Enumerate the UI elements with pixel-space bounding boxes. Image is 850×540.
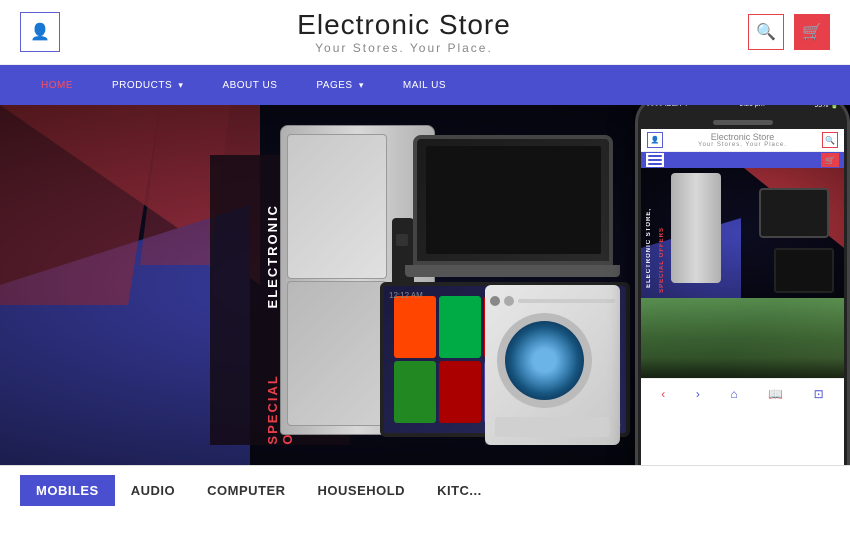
phone-navbar: 🛒	[641, 152, 844, 168]
phone-header: 👤 Electronic Store Your Stores. Your Pla…	[641, 129, 844, 152]
phone-subtitle-text: Your Stores. Your Place.	[698, 142, 787, 148]
nav-products-label: PRODUCTS ▾	[112, 80, 183, 91]
phone-site-title: Electronic Store Your Stores. Your Place…	[698, 132, 787, 148]
phone-mini-fridge	[671, 173, 721, 283]
header-actions: 🔍 🛒	[748, 14, 830, 50]
nav-about-label: ABOUT US	[222, 80, 277, 91]
phone-user-icon: 👤	[647, 132, 663, 148]
phone-nav-home[interactable]: ⌂	[730, 387, 737, 401]
cat-computer[interactable]: COMPUTER	[191, 475, 301, 506]
phone-mini-laptop	[759, 188, 829, 238]
nav-pages-label: PAGES ▾	[316, 80, 364, 91]
hero-section: ELECTRONIC STORE, SPECIAL OFFERS	[0, 105, 850, 465]
cat-mobiles[interactable]: MOBILES	[20, 475, 115, 506]
site-name: Electronic Store	[297, 9, 511, 41]
phone-title-text: Electronic Store	[698, 132, 787, 142]
site-tagline: Your Stores. Your Place.	[297, 41, 511, 55]
phone-speaker	[713, 120, 773, 125]
phone-mini-tv	[774, 248, 834, 293]
phone-preview-image	[641, 298, 844, 378]
cat-household[interactable]: HOUSEHOLD	[302, 475, 422, 506]
site-title: Electronic Store Your Stores. Your Place…	[297, 9, 511, 55]
header: 👤 Electronic Store Your Stores. Your Pla…	[0, 0, 850, 65]
phone-cart-button[interactable]: 🛒	[821, 153, 839, 167]
phone-search-button[interactable]: 🔍	[822, 132, 838, 148]
product-laptop	[413, 135, 620, 277]
product-washer	[485, 285, 620, 445]
nav-item-home[interactable]: HOME	[20, 65, 91, 105]
nav-item-about[interactable]: ABOUT US	[201, 65, 295, 105]
categories-bar: MOBILES AUDIO COMPUTER HOUSEHOLD KITC...	[0, 465, 850, 515]
phone-mockup: ●●●● IDEA ▼ 9:20 pm 95% 🔋 👤 Electronic S…	[635, 105, 850, 465]
phone-hero: ELECTRONIC STORE, SPECIAL OFFERS	[641, 168, 844, 298]
cart-button[interactable]: 🛒	[794, 14, 830, 50]
nav-item-mail[interactable]: MAIL US	[382, 65, 464, 105]
ham-line-1	[648, 155, 662, 157]
phone-status-left: ●●●● IDEA ▼	[646, 105, 690, 109]
user-icon: 👤	[30, 22, 50, 42]
phone-nav-book[interactable]: 📖	[768, 387, 783, 401]
phone-hero-line1: ELECTRONIC STORE,	[646, 208, 652, 288]
user-icon-box[interactable]: 👤	[20, 12, 60, 52]
phone-screen: 👤 Electronic Store Your Stores. Your Pla…	[641, 129, 844, 465]
cat-kitchen[interactable]: KITC...	[421, 475, 498, 506]
phone-time: 9:20 pm	[739, 105, 764, 109]
navbar: HOME PRODUCTS ▾ ABOUT US PAGES ▾ MAIL US	[0, 65, 850, 105]
phone-hero-line2: SPECIAL OFFERS	[659, 227, 665, 293]
nav-item-pages[interactable]: PAGES ▾	[295, 65, 382, 105]
phone-nav-share[interactable]: ⊡	[814, 387, 824, 401]
phone-battery: 95% 🔋	[814, 105, 839, 109]
nav-home-label: HOME	[41, 80, 73, 91]
phone-bottom-nav: ‹ › ⌂ 📖 ⊡	[641, 378, 844, 408]
phone-nav-back[interactable]: ‹	[661, 387, 665, 401]
ham-line-3	[648, 163, 662, 165]
phone-menu-button[interactable]	[646, 153, 664, 167]
cat-audio[interactable]: AUDIO	[115, 475, 191, 506]
phone-nav-forward[interactable]: ›	[696, 387, 700, 401]
nav-mail-label: MAIL US	[403, 80, 446, 91]
nav-item-products[interactable]: PRODUCTS ▾	[91, 65, 201, 105]
search-button[interactable]: 🔍	[748, 14, 784, 50]
ham-line-2	[648, 159, 662, 161]
